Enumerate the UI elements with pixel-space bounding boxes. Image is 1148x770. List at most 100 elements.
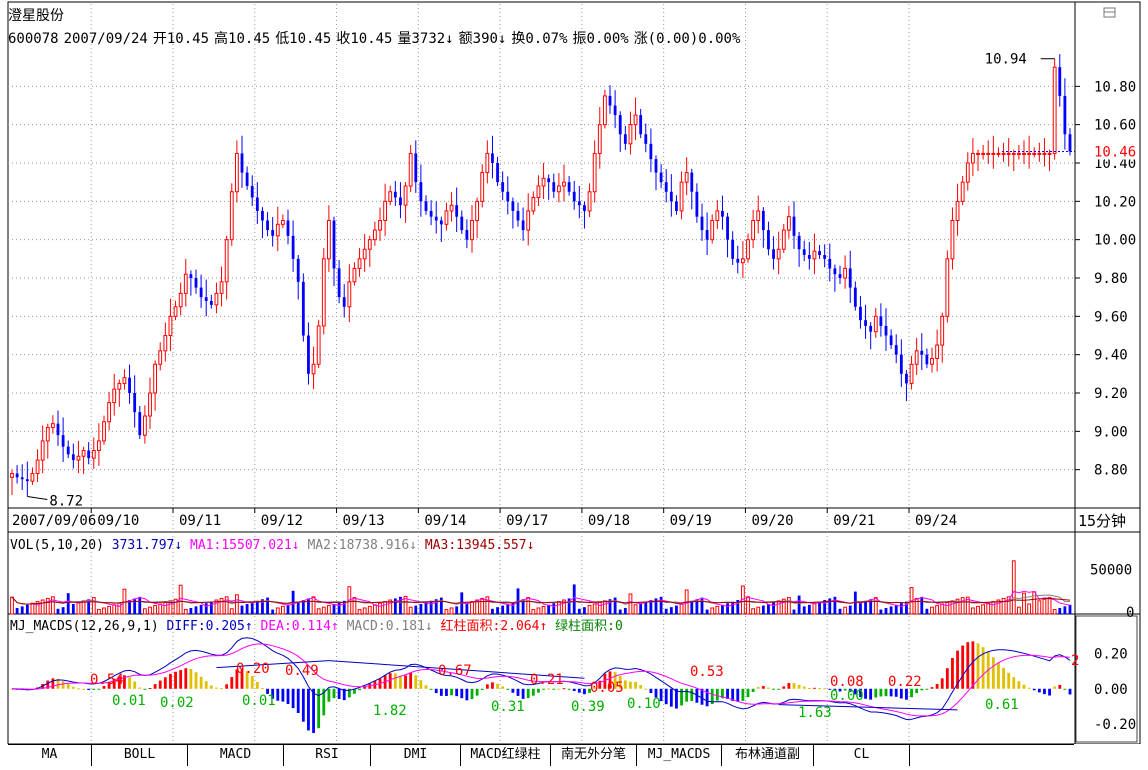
volume-bar-down [419,603,423,614]
macd-histogram-bar [777,688,781,690]
volume-bar-up [1016,606,1021,615]
volume-bar-down [491,608,494,614]
candle-down [15,473,19,478]
macd-histogram-bar [864,688,867,699]
time-axis-label: 09/10 [97,513,139,529]
tab-rsi[interactable]: RSI [284,745,371,766]
candle-up [914,350,919,365]
macd-histogram-bar [879,688,883,697]
volume-bar-up [326,605,331,615]
macd-histogram-bar [1002,667,1005,689]
macd-diff: DIFF:0.205↑ [166,619,253,634]
volume-bar-down [884,607,888,614]
volume-bar-up [786,597,791,615]
volume-bar-up [352,597,357,615]
macd-histogram-bar [935,683,939,689]
volume-bar-up [229,608,234,615]
candle-up [976,152,980,155]
candle-down [567,182,571,192]
candle-down [255,197,259,211]
volume-bar-up [526,597,531,615]
volume-tick-label: 50000 [1090,563,1132,579]
candle-down [465,230,469,240]
candle-up [168,315,173,337]
candle-down [608,95,612,106]
macd-histogram-bar [485,684,489,689]
candle-up [935,344,940,360]
candle-down [424,201,428,211]
candle-up [873,315,878,333]
tab-macd[interactable]: MACD [188,745,284,766]
candle-down [332,220,336,269]
volume-bar-down [613,597,617,614]
macd-histogram-bar [276,688,280,701]
max-price-label: 10.94 [985,52,1027,68]
macd-histogram-bar [910,688,913,698]
volume-bar-down [664,608,668,614]
macd-histogram-bar [225,684,229,689]
tab-cl[interactable]: CL [814,745,910,766]
volume-bar-up [1037,600,1042,615]
macd-histogram-bar [976,643,980,689]
volume-bar-down [511,602,515,614]
candle-up [117,382,122,390]
candle-up [470,220,474,241]
candle-up [679,181,684,212]
volume-bar-up [710,607,715,615]
candle-down [419,182,423,202]
vol-value: 3731.797↓ [111,538,183,553]
tab-fenbi[interactable]: 南无外分笔 [551,745,637,766]
price-tick-label: 9.00 [1094,424,1128,440]
candlestick-series [10,54,1072,497]
volume-bar-up [480,597,485,615]
volume-bar-up [470,601,474,615]
tab-mj-macds[interactable]: MJ_MACDS [637,745,722,766]
candle-up [178,292,183,308]
volume-bar-up [536,607,541,615]
candle-up [751,220,756,241]
time-axis-label: 09/12 [261,513,303,529]
candle-down [66,446,70,455]
chart-window: 澄星股份 600078 2007/09/24 开10.45 高10.45 低10.45 收… [0,0,1148,770]
tab-ma[interactable]: MA [8,745,92,766]
macd-histogram-bar [445,688,448,696]
candle-up [710,220,715,241]
candle-down [204,297,208,301]
volume-bar-up [378,602,382,615]
macd-histogram-bar [767,687,770,689]
candle-up [1027,152,1032,155]
macd-histogram-bar [526,688,530,699]
macd-value-label: 0.01 [112,693,146,709]
macd-value-label: 0.20 [236,661,270,677]
candle-down [899,354,903,374]
volume-bar-up [633,604,638,615]
volume-bar-down [848,605,852,614]
candle-down [399,197,402,206]
min-price-leader [27,496,48,500]
macd-histogram-bar [66,684,70,689]
tab-macd-bars[interactable]: MACD红绿柱 [461,745,551,766]
macd-histogram-bar [399,675,402,689]
volume-bar-up [873,597,878,615]
volume-bar-up [40,599,45,615]
candle-down [1068,134,1072,152]
candle-down [833,268,837,275]
volume-bar-down [250,602,254,614]
tab-boll[interactable]: BOLL [92,745,188,766]
candle-down [864,320,867,326]
volume-bar-down [547,604,551,614]
volume-bar-up [756,606,761,615]
macd-histogram-bar [583,688,586,695]
macd-tick-label: 0.20 [1094,647,1128,663]
macd-histogram-bar [884,688,888,697]
tab-dmi[interactable]: DMI [371,745,461,766]
macd-histogram-bar [77,688,80,690]
tab-empty[interactable] [910,745,1074,766]
volume-bar-up [970,607,975,615]
time-axis-label: 09/18 [588,513,630,529]
tab-bollinger-sub[interactable]: 布林通道副 [722,745,814,766]
candle-down [644,134,648,144]
candle-down [654,159,658,173]
macd-histogram-bar [1027,687,1031,689]
macd-histogram-bar [209,685,213,689]
